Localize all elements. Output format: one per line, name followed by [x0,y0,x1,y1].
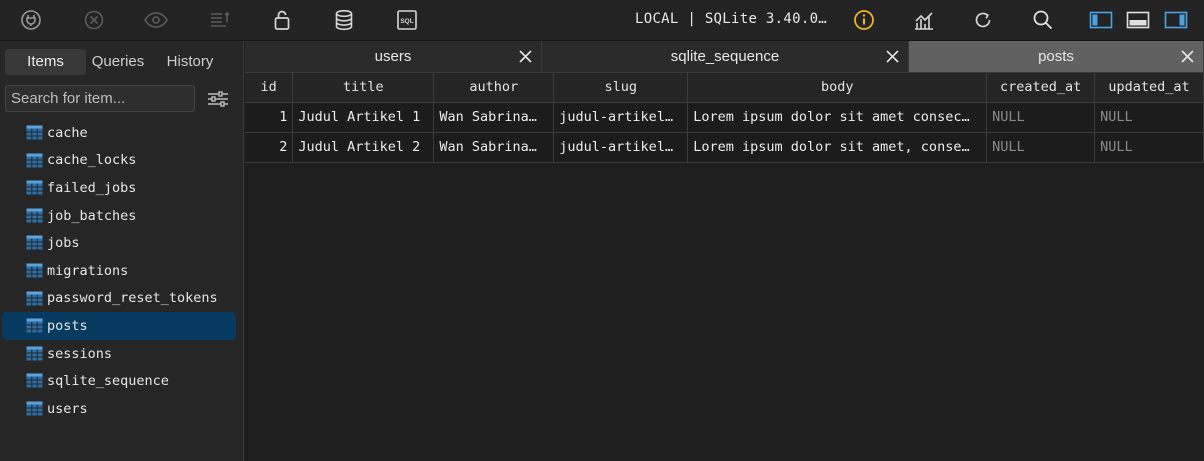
table-icon [26,401,43,416]
cell-body[interactable]: Lorem ipsum dolor sit amet consec… [687,102,988,133]
column-header-body[interactable]: body [687,73,988,103]
tab-history[interactable]: History [159,49,221,75]
table-icon [26,291,43,306]
sidebar-item-label: job_batches [47,207,137,224]
sidebar-item-label: failed_jobs [47,179,137,196]
table-icon [26,153,43,168]
tab-items[interactable]: Items [5,49,86,75]
eye-icon[interactable] [143,8,169,32]
column-header-id[interactable]: id [245,73,294,103]
tab-label: users [374,48,412,65]
table-icon [26,180,43,195]
cell-title[interactable]: Judul Artikel 2 [292,132,435,163]
sidebar-item-failed-jobs[interactable]: failed_jobs [2,174,236,202]
grid-header-row: id title author slug body created_at updated_a… [245,73,1204,103]
table-icon [26,235,43,250]
table-icon [26,373,43,388]
info-icon[interactable] [851,8,877,32]
database-icon[interactable] [331,8,357,32]
cell-author[interactable]: Wan Sabrina… [433,102,555,133]
cell-created-at[interactable]: NULL [986,102,1096,133]
cell-title[interactable]: Judul Artikel 1 [292,102,435,133]
column-header-slug[interactable]: slug [553,73,689,103]
table-list: cache cache_locks failed_jobs job_batchesjo… [2,119,236,423]
sidebar-item-label: migrations [47,262,129,279]
search-icon[interactable] [1030,8,1056,32]
tab-users[interactable]: users [245,41,542,72]
cell-created-at[interactable]: NULL [986,132,1096,163]
search-input[interactable] [6,86,194,111]
sidebar-item-label: password_reset_tokens [47,290,218,307]
tab-queries[interactable]: Queries [86,49,150,75]
sidebar-item-migrations[interactable]: migrations [2,257,236,285]
disconnect-icon[interactable] [81,8,107,32]
sidebar-item-users[interactable]: users [2,395,236,423]
sidebar-item-password-reset-tokens[interactable]: password_reset_tokens [2,285,236,313]
cell-author[interactable]: Wan Sabrina… [433,132,555,163]
table-row[interactable]: 2 Judul Artikel 2 Wan Sabrina… judul-artike… [245,132,1204,163]
table-icon [26,346,43,361]
table-icon [26,318,43,333]
tab-label: sqlite_sequence [670,48,780,65]
connection-label: LOCAL | SQLite 3.40.0… [635,11,828,27]
cell-updated-at[interactable]: NULL [1094,132,1204,163]
editor-tabs: users sqlite_sequence posts [245,41,1204,73]
column-header-author[interactable]: author [433,73,555,103]
sidebar: Items Queries History cache cache_locksfa… [0,41,244,461]
table-icon [26,208,43,223]
search-field [5,85,195,112]
sidebar-item-posts[interactable]: posts [2,312,236,340]
sql-icon[interactable]: SQL [394,8,420,32]
chart-icon[interactable] [911,8,937,32]
connect-icon[interactable] [18,8,44,32]
filter-icon[interactable] [206,90,230,108]
cell-id[interactable]: 2 [245,132,294,163]
refresh-icon[interactable] [970,8,996,32]
tab-label: posts [1038,48,1074,65]
format-icon[interactable] [207,8,233,32]
close-icon[interactable] [518,49,533,64]
tab-sqlite-sequence[interactable]: sqlite_sequence [542,41,909,72]
sidebar-item-label: cache_locks [47,152,137,169]
main-panel: users sqlite_sequence posts id title autho… [245,41,1204,461]
cell-updated-at[interactable]: NULL [1094,102,1204,133]
sidebar-item-label: posts [47,317,88,334]
layout-right-icon[interactable] [1163,8,1189,32]
sidebar-item-label: sessions [47,345,113,362]
layout-bottom-icon[interactable] [1125,8,1151,32]
sidebar-item-cache[interactable]: cache [2,119,236,147]
table-icon [26,263,43,278]
tab-posts[interactable]: posts [909,41,1204,72]
sidebar-item-cache-locks[interactable]: cache_locks [2,147,236,175]
toolbar: SQL LOCAL | SQLite 3.40.0… [0,0,1204,41]
column-header-created-at[interactable]: created_at [986,73,1096,103]
sidebar-item-sqlite-sequence[interactable]: sqlite_sequence [2,367,236,395]
column-header-title[interactable]: title [292,73,435,103]
grid-body: 1 Judul Artikel 1 Wan Sabrina… judul-artike… [245,102,1204,163]
cell-body[interactable]: Lorem ipsum dolor sit amet, conse… [687,132,988,163]
cell-slug[interactable]: judul-artikel… [553,132,689,163]
sidebar-item-label: jobs [47,235,80,252]
lock-icon[interactable] [269,8,295,32]
cell-id[interactable]: 1 [245,102,294,133]
close-icon[interactable] [1180,49,1195,64]
column-header-updated-at[interactable]: updated_at [1094,73,1204,103]
sidebar-item-job-batches[interactable]: job_batches [2,202,236,230]
sidebar-item-sessions[interactable]: sessions [2,340,236,368]
sidebar-item-jobs[interactable]: jobs [2,229,236,257]
close-icon[interactable] [885,49,900,64]
sidebar-item-label: sqlite_sequence [47,373,169,390]
table-row[interactable]: 1 Judul Artikel 1 Wan Sabrina… judul-artike… [245,102,1204,133]
layout-left-icon[interactable] [1088,8,1114,32]
svg-text:SQL: SQL [400,18,413,25]
sidebar-item-label: cache [47,124,88,141]
sidebar-item-label: users [47,400,88,417]
cell-slug[interactable]: judul-artikel… [553,102,689,133]
table-icon [26,125,43,140]
data-grid: id title author slug body created_at updated_a… [245,73,1204,163]
